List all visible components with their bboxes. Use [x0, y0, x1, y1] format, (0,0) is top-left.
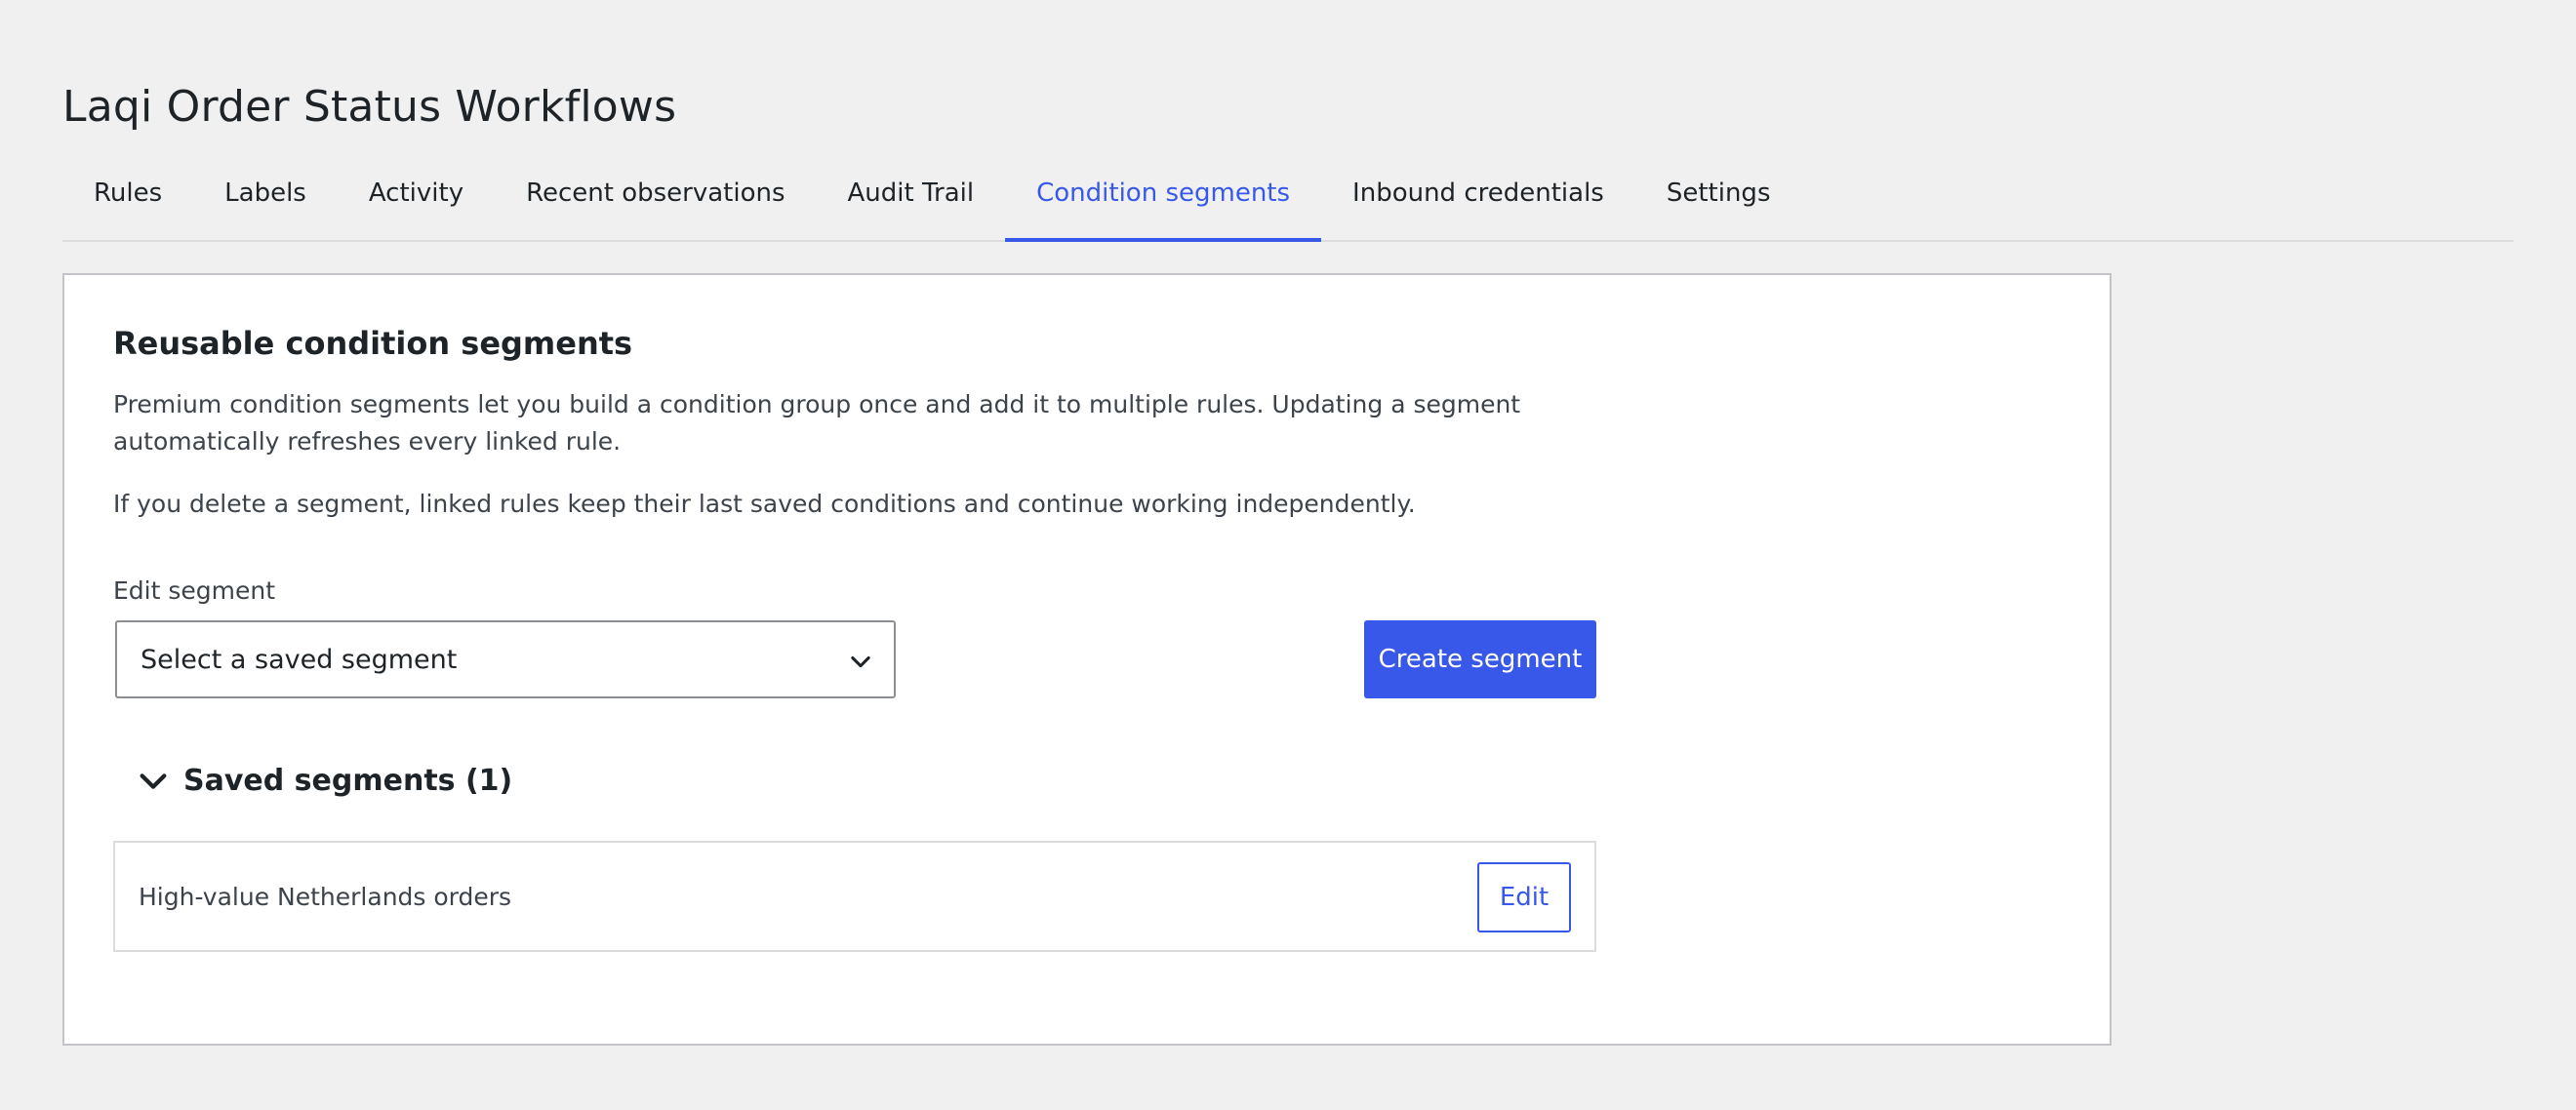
create-segment-button[interactable]: Create segment — [1364, 620, 1596, 698]
saved-segments-toggle[interactable]: Saved segments (1) — [137, 757, 512, 806]
page-title: Laqi Order Status Workflows — [62, 82, 677, 132]
saved-segments-heading: Saved segments (1) — [183, 764, 513, 798]
segment-select[interactable]: Select a saved segment — [115, 620, 896, 698]
tab-activity[interactable]: Activity — [338, 158, 495, 228]
segments-card: Reusable condition segments Premium cond… — [62, 273, 2112, 1046]
tab-rules[interactable]: Rules — [62, 158, 193, 228]
tab-audit-trail[interactable]: Audit Trail — [817, 158, 1006, 228]
tab-settings[interactable]: Settings — [1635, 158, 1802, 228]
segment-select-value: Select a saved segment — [141, 644, 458, 675]
chevron-down-icon — [851, 655, 870, 668]
tab-bar: Rules Labels Activity Recent observation… — [62, 158, 2514, 242]
tab-inbound-credentials[interactable]: Inbound credentials — [1321, 158, 1635, 228]
tab-recent-observations[interactable]: Recent observations — [495, 158, 816, 228]
chevron-down-icon — [140, 773, 167, 789]
tab-condition-segments[interactable]: Condition segments — [1005, 158, 1322, 242]
card-note: If you delete a segment, linked rules ke… — [113, 490, 1416, 518]
segment-name: High-value Netherlands orders — [139, 882, 512, 911]
tab-labels[interactable]: Labels — [193, 158, 338, 228]
edit-segment-button[interactable]: Edit — [1477, 862, 1571, 932]
card-title: Reusable condition segments — [113, 325, 633, 362]
list-item: High-value Netherlands orders Edit — [113, 841, 1596, 952]
card-description: Premium condition segments let you build… — [113, 390, 1521, 456]
edit-segment-label: Edit segment — [113, 576, 276, 605]
